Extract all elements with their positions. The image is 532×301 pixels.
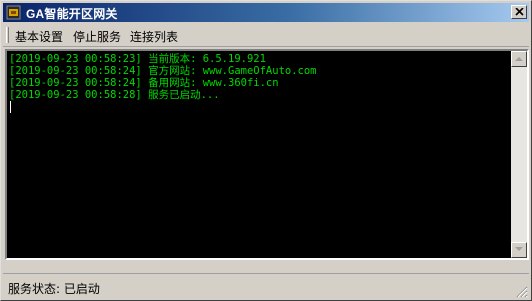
toolbar-grip[interactable] [6,27,9,43]
menu-item-stop-service[interactable]: 停止服务 [73,28,121,45]
main-window: GA智能开区网关 基本设置 停止服务 连接列表 [2019-09-23 00:5… [0,0,532,301]
status-bar: 服务状态: 已启动 [3,273,529,299]
arrow-up-icon [515,57,523,61]
app-icon [6,5,21,20]
vertical-scrollbar[interactable] [511,51,527,258]
log-text-area[interactable]: [2019-09-23 00:58:23] 当前版本: 6.5.19.921 [… [9,53,509,258]
arrow-down-icon [515,247,523,251]
close-icon [515,8,524,16]
menu-bar: 基本设置 停止服务 连接列表 [3,23,529,47]
resize-grip-icon[interactable] [516,286,528,298]
log-line: [2019-09-23 00:58:24] 官方网站: www.GameOfAu… [9,65,317,77]
title-bar[interactable]: GA智能开区网关 [3,3,529,22]
log-line: [2019-09-23 00:58:24] 备用网站: www.360fi.cn [9,77,279,89]
scroll-down-button[interactable] [511,242,527,258]
window-title: GA智能开区网关 [26,7,118,21]
scroll-up-button[interactable] [511,51,527,67]
menu-item-connection-list[interactable]: 连接列表 [130,28,178,45]
text-caret [10,101,11,113]
close-button[interactable] [511,5,527,19]
log-console[interactable]: [2019-09-23 00:58:23] 当前版本: 6.5.19.921 [… [5,49,529,260]
menu-item-basic-settings[interactable]: 基本设置 [15,28,63,45]
log-line: [2019-09-23 00:58:28] 服务已启动... [9,89,220,101]
service-status: 服务状态: 已启动 [8,282,100,296]
log-line: [2019-09-23 00:58:23] 当前版本: 6.5.19.921 [9,53,266,65]
